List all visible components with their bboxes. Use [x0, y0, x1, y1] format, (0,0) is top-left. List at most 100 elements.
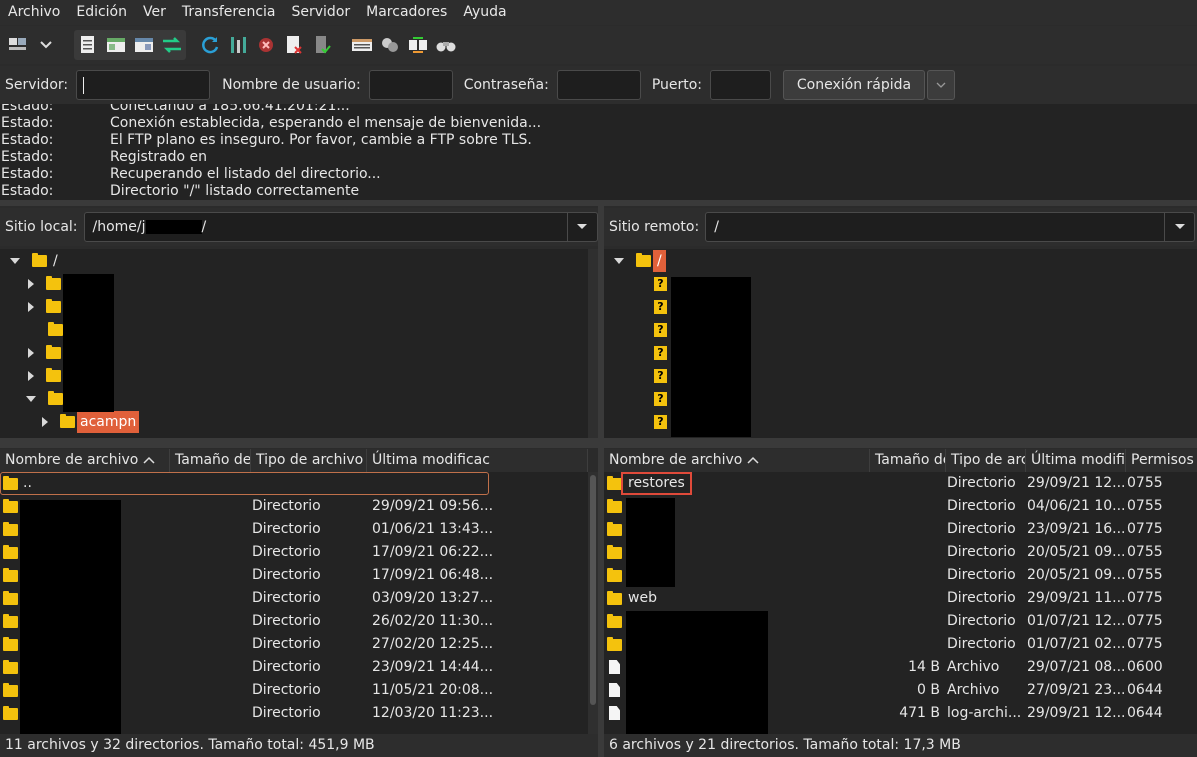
folder-icon [3, 706, 18, 720]
tree-node[interactable]: ? [654, 387, 667, 410]
folder-icon [3, 614, 18, 628]
remote-file-list: restores Directorio 29/09/21 12... 0755 Dire… [604, 472, 1197, 734]
folder-icon [3, 660, 18, 674]
table-row[interactable]: restores Directorio 29/09/21 12... 0755 [604, 472, 1197, 495]
message-log: Estado: Conectando a 185.66.41.201:21... … [0, 104, 1197, 200]
folder-icon [46, 275, 61, 290]
col-size[interactable]: Tamaño de [870, 449, 946, 472]
tree-node[interactable] [28, 364, 61, 387]
tree-node[interactable] [28, 295, 61, 318]
unknown-folder-icon: ? [654, 299, 667, 314]
tree-node[interactable] [26, 387, 63, 410]
tree-node[interactable]: ? [654, 272, 667, 295]
col-size[interactable]: Tamaño de [170, 449, 251, 472]
remote-tree-toggle-icon[interactable] [130, 30, 158, 60]
splitter[interactable] [0, 438, 598, 448]
directory-listing-filter-icon[interactable] [348, 30, 376, 60]
tree-node[interactable] [28, 272, 61, 295]
caret-right-icon[interactable] [28, 301, 34, 312]
chevron-down-icon[interactable] [32, 30, 60, 60]
focus-outline [0, 472, 489, 495]
remote-site-label: Sitio remoto: [609, 219, 700, 235]
caret-right-icon[interactable] [28, 370, 34, 381]
search-icon[interactable] [432, 30, 460, 60]
log-row: Estado: Conexión establecida, esperando e… [1, 115, 542, 131]
compare-directories-icon[interactable] [376, 30, 404, 60]
table-row[interactable]: Directorio 23/09/21 16... 0775 [604, 518, 1197, 541]
reconnect-icon[interactable] [308, 30, 336, 60]
chevron-down-icon[interactable] [1164, 213, 1194, 241]
tree-node[interactable]: ? [654, 318, 667, 341]
server-input[interactable] [76, 70, 211, 100]
transfer-queue-toggle-icon[interactable] [158, 30, 186, 60]
scrollbar-thumb[interactable] [590, 475, 596, 705]
site-manager-icon[interactable] [4, 30, 32, 60]
username-input[interactable] [368, 70, 453, 100]
menu-edicion[interactable]: Edición [68, 0, 135, 25]
menu-ver[interactable]: Ver [135, 0, 174, 25]
caret-right-icon[interactable] [28, 278, 34, 289]
quickconnect-dropdown[interactable] [927, 70, 956, 100]
local-path-combo[interactable]: /home/j / [83, 212, 598, 242]
tree-node[interactable] [46, 318, 63, 341]
log-row: Estado: El FTP plano es inseguro. Por fav… [1, 132, 532, 148]
menu-marcadores[interactable]: Marcadores [358, 0, 455, 25]
tree-node[interactable]: ? [654, 341, 667, 364]
scrollbar[interactable] [588, 472, 598, 734]
tree-node[interactable]: ? [654, 364, 667, 387]
tree-node[interactable]: ? [654, 410, 667, 433]
parent-dir-row[interactable]: .. [0, 472, 588, 495]
menu-archivo[interactable]: Archivo [0, 0, 68, 25]
scrollbar[interactable] [588, 249, 598, 438]
local-status: 11 archivos y 32 directorios. Tamaño tot… [0, 734, 598, 757]
tree-root[interactable]: / [10, 249, 58, 272]
remote-status: 6 archivos y 21 directorios. Tamaño tota… [604, 734, 1197, 757]
menu-servidor[interactable]: Servidor [284, 0, 359, 25]
folder-icon [32, 252, 47, 267]
caret-right-icon[interactable] [28, 347, 34, 358]
cancel-icon[interactable] [252, 30, 280, 60]
table-row[interactable]: web Directorio 29/09/21 11... 0775 [604, 587, 1197, 610]
col-filename[interactable]: Nombre de archivo [0, 449, 170, 472]
port-label: Puerto: [651, 77, 703, 93]
password-input[interactable] [556, 70, 641, 100]
caret-down-icon[interactable] [614, 257, 624, 264]
disconnect-icon[interactable] [280, 30, 308, 60]
chevron-down-icon[interactable] [566, 213, 597, 241]
quickconnect-button[interactable]: Conexión rápida [783, 70, 926, 100]
chevron-down-icon [936, 82, 946, 88]
menu-ayuda[interactable]: Ayuda [455, 0, 514, 25]
col-filename[interactable]: Nombre de archivo [604, 449, 870, 472]
local-tree-toggle-icon[interactable] [102, 30, 130, 60]
folder-icon [3, 499, 18, 513]
tree-node-selected[interactable]: acampn [42, 410, 140, 433]
message-log-toggle-icon[interactable] [74, 30, 102, 60]
unknown-folder-icon: ? [654, 345, 667, 360]
table-row[interactable]: Directorio 04/06/21 10... 0755 [604, 495, 1197, 518]
col-type[interactable]: Tipo de arc [946, 449, 1026, 472]
sync-browsing-icon[interactable] [404, 30, 432, 60]
caret-down-icon[interactable] [26, 395, 36, 402]
splitter[interactable] [604, 438, 1197, 448]
col-type[interactable]: Tipo de archivo [251, 449, 367, 472]
folder-icon [607, 499, 622, 513]
local-site-label: Sitio local: [5, 219, 78, 235]
local-file-list: .. Directorio 29/09/21 09:56... Directorio… [0, 472, 598, 734]
tree-node[interactable] [28, 341, 61, 364]
table-row[interactable]: Directorio 20/05/21 09... 0755 [604, 564, 1197, 587]
col-modified[interactable]: Última modificac [367, 449, 588, 472]
unknown-folder-icon: ? [654, 276, 667, 291]
refresh-icon[interactable] [196, 30, 224, 60]
process-queue-icon[interactable] [224, 30, 252, 60]
log-row: Estado: Conectando a 185.66.41.201:21... [1, 104, 350, 114]
remote-path-combo[interactable]: / [705, 212, 1196, 242]
caret-down-icon[interactable] [10, 257, 20, 264]
menu-transferencia[interactable]: Transferencia [174, 0, 284, 25]
caret-right-icon[interactable] [42, 416, 48, 427]
col-permissions[interactable]: Permisos [1126, 449, 1197, 472]
tree-root[interactable]: / [614, 249, 666, 272]
port-input[interactable] [710, 70, 772, 100]
col-modified[interactable]: Última modifi [1026, 449, 1126, 472]
table-row[interactable]: Directorio 20/05/21 09... 0755 [604, 541, 1197, 564]
tree-node[interactable]: ? [654, 295, 667, 318]
